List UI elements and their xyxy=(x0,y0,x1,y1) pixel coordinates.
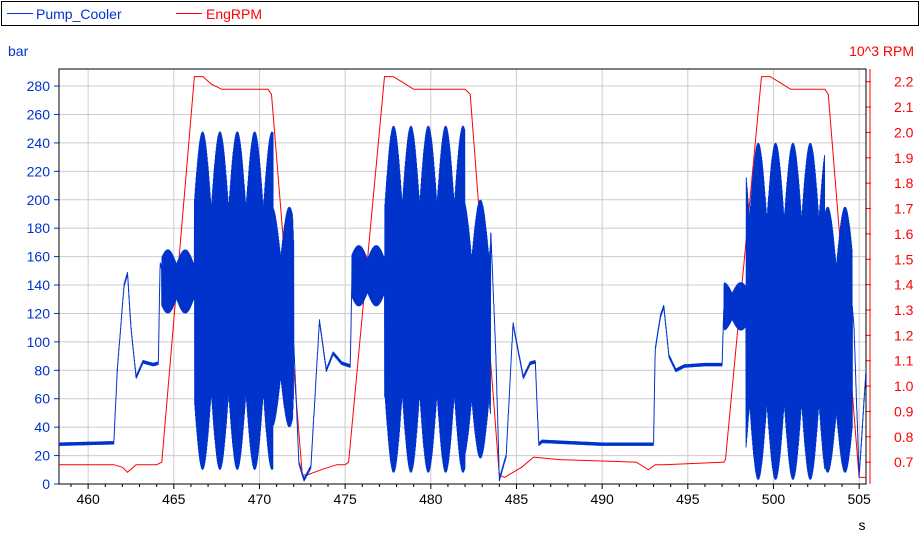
y-right-tick-label: 0.8 xyxy=(894,429,914,445)
x-tick-label: 485 xyxy=(505,491,529,507)
y-right-tick-label: 0.9 xyxy=(894,403,914,419)
y-right-tick-label: 1.7 xyxy=(894,201,914,217)
y-left-tick-label: 0 xyxy=(42,476,50,492)
y-right-tick-label: 1.2 xyxy=(894,327,914,343)
y-right-tick-label: 1.0 xyxy=(894,378,914,394)
y-left-tick-label: 20 xyxy=(34,448,50,464)
y-right-tick-label: 1.9 xyxy=(894,150,914,166)
y-right-tick-label: 1.1 xyxy=(894,353,914,369)
x-tick-label: 490 xyxy=(590,491,614,507)
y-left-tick-label: 220 xyxy=(27,163,51,179)
x-tick-label: 505 xyxy=(847,491,871,507)
x-tick-label: 495 xyxy=(676,491,700,507)
y-left-tick-label: 120 xyxy=(27,305,51,321)
y-right-tick-label: 1.5 xyxy=(894,251,914,267)
chart: 460 465 470 475 480 485 490 495 500 505 0 20 40 60 80 1… xyxy=(8,43,914,533)
y-right-tick-label: 2.0 xyxy=(894,124,914,140)
x-tick-label: 500 xyxy=(762,491,786,507)
y-left-tick-label: 280 xyxy=(27,78,51,94)
y-left-tick-label: 140 xyxy=(27,277,51,293)
y-left-tick-label: 180 xyxy=(27,220,51,236)
y-right-tick-label: 1.6 xyxy=(894,226,914,242)
x-tick-label: 465 xyxy=(162,491,186,507)
x-tick-label: 480 xyxy=(419,491,443,507)
y-right-tick-label: 2.1 xyxy=(894,99,914,115)
y-left-tick-label: 100 xyxy=(27,334,51,350)
x-tick-label: 460 xyxy=(76,491,100,507)
y-left-tick-label: 40 xyxy=(34,419,50,435)
x-axis-label: s xyxy=(859,517,866,533)
y-left-tick-label: 60 xyxy=(34,391,50,407)
y-right-tick-label: 1.3 xyxy=(894,302,914,318)
y-left-tick-label: 200 xyxy=(27,192,51,208)
y-right-tick-label: 1.8 xyxy=(894,175,914,191)
y-right-axis-label: 10^3 RPM xyxy=(849,43,914,59)
y-left-tick-label: 160 xyxy=(27,249,51,265)
y-right-tick-label: 2.2 xyxy=(894,74,914,90)
y-left-tick-label: 260 xyxy=(27,106,51,122)
y-right-tick-label: 1.4 xyxy=(894,277,914,293)
y-left-tick-label: 240 xyxy=(27,135,51,151)
x-tick-label: 475 xyxy=(333,491,357,507)
y-left-tick-label: 80 xyxy=(34,362,50,378)
y-left-axis-label: bar xyxy=(8,43,29,59)
y-right-tick-label: 0.7 xyxy=(894,454,914,470)
x-tick-label: 470 xyxy=(248,491,272,507)
